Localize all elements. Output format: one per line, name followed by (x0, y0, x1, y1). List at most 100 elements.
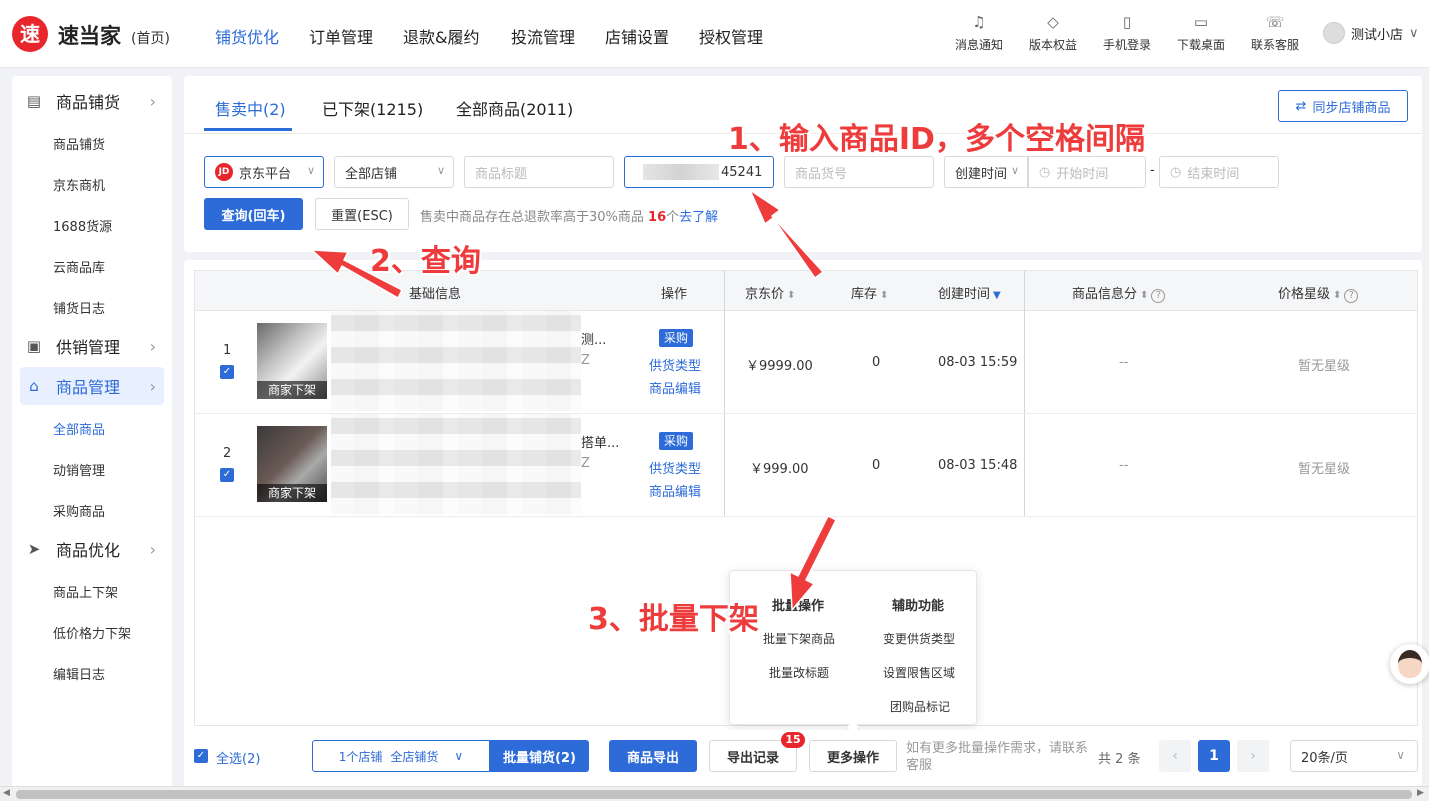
brand-home-link[interactable]: (首页) (131, 28, 170, 48)
sidebar-item-purchase-products[interactable]: 采购商品 (53, 501, 105, 520)
sidebar-item-jd-opportunity[interactable]: 京东商机 (53, 175, 105, 194)
col-price-rating[interactable]: 价格星级 ⬍? (1278, 283, 1359, 303)
tool-download-desktop[interactable]: ▭ 下载桌面 (1166, 12, 1236, 53)
sidebar-group-product-manage[interactable]: ⌂ 商品管理 › (20, 367, 164, 405)
sidebar-group-supply[interactable]: ▣ 供销管理 › (20, 327, 164, 365)
help-icon[interactable]: ? (1344, 289, 1359, 303)
end-time-input[interactable]: ◷ 结束时间 (1159, 156, 1279, 188)
page-1-button[interactable]: 1 (1198, 740, 1230, 772)
batch-off-shelf-item[interactable]: 批量下架商品 (763, 630, 835, 647)
more-ops-button[interactable]: 更多操作 (809, 740, 897, 772)
nav-orders[interactable]: 订单管理 (309, 24, 373, 48)
sidebar-item-1688-source[interactable]: 1688货源 (53, 216, 112, 235)
product-subtitle-tail: Z (581, 456, 590, 471)
assistant-avatar[interactable] (1390, 644, 1429, 684)
nav-shop-settings[interactable]: 店铺设置 (605, 24, 669, 48)
product-edit-link[interactable]: 商品编辑 (649, 481, 701, 500)
tab-all-products[interactable]: 全部商品(2011) (456, 96, 573, 120)
tool-support[interactable]: ☏ 联系客服 (1240, 12, 1310, 53)
sidebar-item-cloud-library[interactable]: 云商品库 (53, 257, 105, 276)
batch-publish-button[interactable]: 批量铺货(2) (490, 740, 589, 772)
supply-type-link[interactable]: 供货类型 (649, 458, 701, 477)
sync-shop-products-button[interactable]: ⇄ 同步店铺商品 (1278, 90, 1408, 122)
user-menu[interactable]: 测试小店 ∨ (1323, 22, 1419, 44)
tool-phone-login[interactable]: ▯ 手机登录 (1092, 12, 1162, 53)
page-size-select[interactable]: 20条/页 ∨ (1290, 740, 1418, 772)
tab-on-sale[interactable]: 售卖中(2) (215, 96, 286, 120)
scrollbar-thumb[interactable] (16, 790, 1412, 799)
batch-edit-title-item[interactable]: 批量改标题 (769, 664, 829, 681)
select-all-label[interactable]: 全选(2) (216, 748, 260, 767)
sku-input[interactable]: 商品货号 (784, 156, 934, 188)
sort-desc-icon: ▼ (993, 290, 1001, 301)
product-edit-link[interactable]: 商品编辑 (649, 378, 701, 397)
product-id-input[interactable]: 45241 (624, 156, 774, 188)
sidebar-item-all-products[interactable]: 全部商品 (53, 419, 105, 438)
top-bar: 速 速当家 (首页) 铺货优化 订单管理 退款&履约 投流管理 店铺设置 授权管… (0, 0, 1429, 68)
row-checkbox[interactable]: ✓ (220, 365, 234, 379)
tab-off-shelf[interactable]: 已下架(1215) (322, 96, 423, 120)
tool-label: 版本权益 (1028, 38, 1077, 52)
nav-refunds[interactable]: 退款&履约 (403, 24, 479, 48)
change-supply-type-item[interactable]: 变更供货类型 (883, 630, 955, 647)
shop-scope-select[interactable]: 1个店铺 全店铺货 ∨ (312, 740, 490, 772)
product-id-value: 45241 (721, 164, 763, 180)
product-thumbnail[interactable]: 商家下架 (257, 323, 327, 399)
sidebar-item-listing-log[interactable]: 铺货日志 (53, 298, 105, 317)
scroll-left-icon[interactable]: ◀ (3, 788, 10, 798)
title-placeholder: 商品标题 (475, 166, 528, 182)
col-info-score[interactable]: 商品信息分 ⬍? (1072, 283, 1166, 303)
col-created-time[interactable]: 创建时间 ▼ (938, 283, 1001, 302)
created-cell: 08-03 15:48 (938, 458, 1018, 473)
prev-page-button[interactable]: ‹ (1159, 740, 1191, 772)
sidebar-item-edit-log[interactable]: 编辑日志 (53, 664, 105, 683)
export-products-button[interactable]: 商品导出 (609, 740, 697, 772)
reset-button[interactable]: 重置(ESC) (315, 198, 409, 230)
col-operations: 操作 (661, 287, 688, 302)
row-checkbox[interactable]: ✓ (220, 468, 234, 482)
chevron-down-icon: ∨ (436, 164, 445, 177)
notice-text: 售卖中商品存在总退款率高于30%商品 (420, 210, 644, 225)
off-shelf-badge: 商家下架 (257, 381, 327, 399)
tool-notifications[interactable]: ♫ 消息通知 (944, 12, 1014, 53)
brand-name[interactable]: 速当家 (58, 20, 121, 50)
nav-traffic[interactable]: 投流管理 (511, 24, 575, 48)
product-subtitle-tail: Z (581, 353, 590, 368)
start-time-input[interactable]: ◷ 开始时间 (1028, 156, 1146, 188)
col-stock[interactable]: 库存 ⬍ (851, 283, 888, 302)
sidebar-item-listing[interactable]: 商品铺货 (53, 134, 105, 153)
chevron-right-icon: › (149, 91, 156, 111)
sidebar-item-low-price-off[interactable]: 低价格力下架 (53, 623, 131, 642)
logo-icon[interactable]: 速 (12, 16, 48, 52)
tool-label: 下载桌面 (1176, 38, 1225, 52)
sidebar-item-shelf-manage[interactable]: 商品上下架 (53, 582, 118, 601)
sync-icon: ⇄ (1295, 98, 1307, 114)
platform-select[interactable]: JD 京东平台 ∨ (204, 156, 324, 188)
main-content: 售卖中(2) 已下架(1215) 全部商品(2011) ⇄ 同步店铺商品 JD … (184, 76, 1429, 801)
diamond-icon: ◇ (1047, 13, 1059, 31)
learn-more-link[interactable]: 去了解 (679, 210, 718, 225)
next-page-button[interactable]: › (1237, 740, 1269, 772)
horizontal-scrollbar[interactable]: ◀ ▶ (0, 786, 1429, 801)
calendar-icon: ▣ (26, 337, 42, 355)
scroll-right-icon[interactable]: ▶ (1417, 788, 1424, 798)
select-all-checkbox[interactable]: ✓ (194, 749, 208, 763)
help-icon[interactable]: ? (1151, 289, 1166, 303)
shop-select[interactable]: 全部店铺 ∨ (334, 156, 454, 188)
tool-label: 手机登录 (1102, 38, 1151, 52)
nav-listing-optimize[interactable]: 铺货优化 (215, 24, 279, 48)
group-buy-mark-item[interactable]: 团购品标记 (890, 698, 950, 715)
col-price[interactable]: 京东价 ⬍ (745, 283, 795, 302)
title-input[interactable]: 商品标题 (464, 156, 614, 188)
tool-version[interactable]: ◇ 版本权益 (1018, 12, 1088, 53)
sidebar-group-label: 商品铺货 (56, 93, 121, 112)
query-button[interactable]: 查询(回车) (204, 198, 303, 230)
time-type-select[interactable]: 创建时间 ∨ (944, 156, 1028, 188)
sidebar-group-listing[interactable]: ▤ 商品铺货 › (20, 82, 164, 120)
supply-type-link[interactable]: 供货类型 (649, 355, 701, 374)
nav-authorization[interactable]: 授权管理 (699, 24, 763, 48)
set-region-limit-item[interactable]: 设置限售区域 (883, 664, 955, 681)
sidebar-group-product-optimize[interactable]: ➤ 商品优化 › (20, 530, 164, 568)
sidebar-item-sales-manage[interactable]: 动销管理 (53, 460, 105, 479)
product-thumbnail[interactable]: 商家下架 (257, 426, 327, 502)
